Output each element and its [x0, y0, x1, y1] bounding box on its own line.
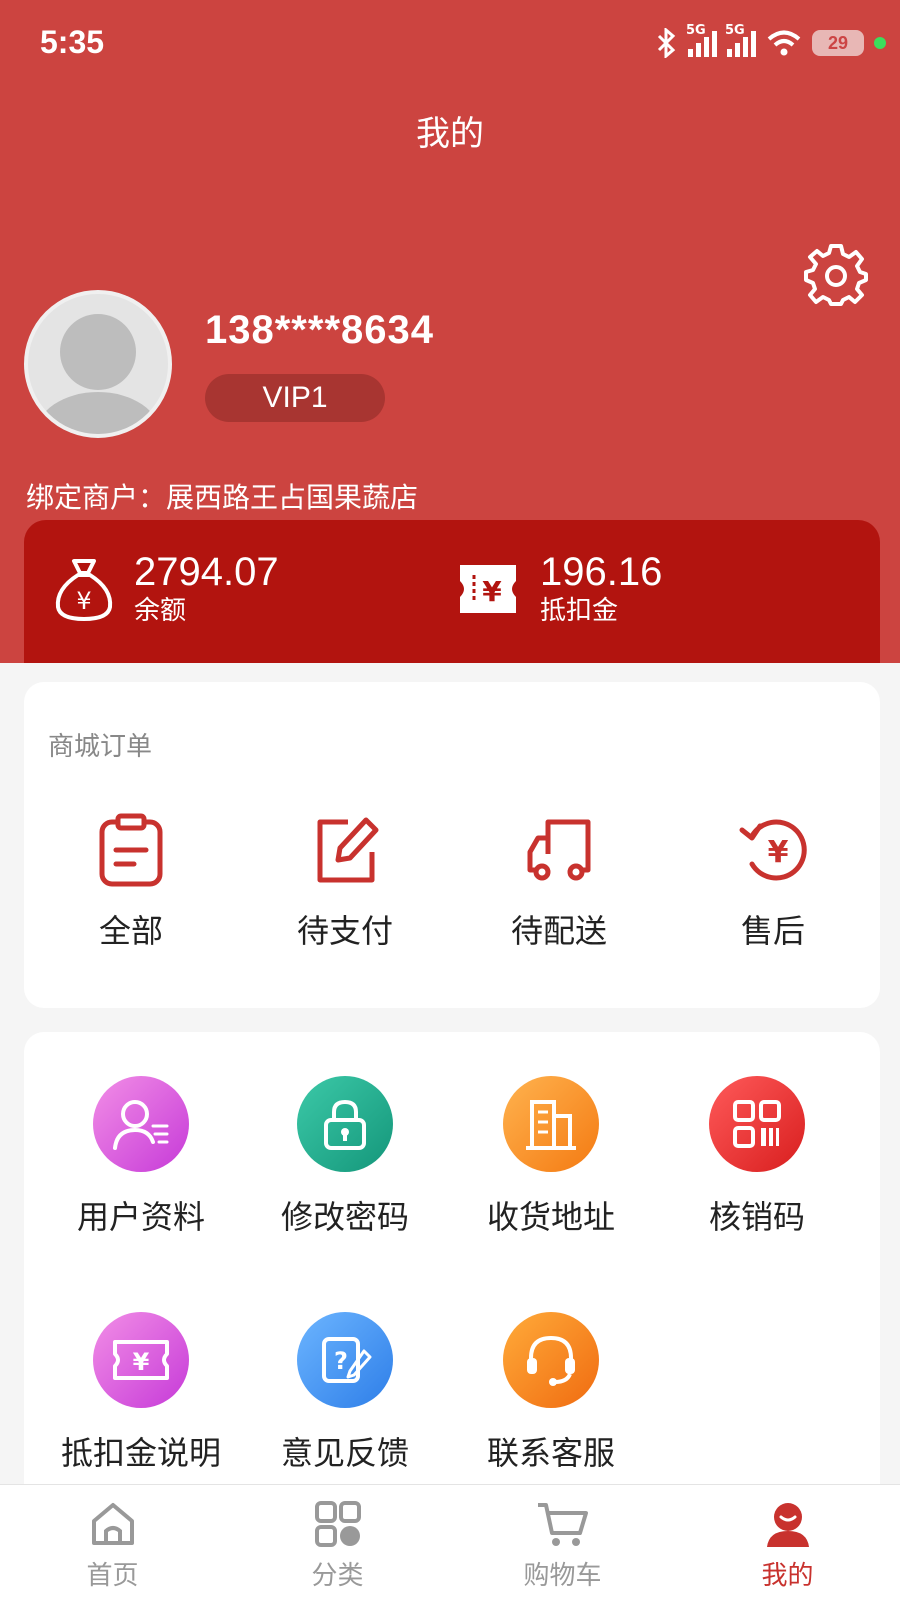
user-phone: 138****8634	[205, 308, 434, 352]
bluetooth-icon	[657, 28, 676, 58]
shipping-address-button[interactable]: 收货地址	[444, 1076, 658, 1238]
battery-indicator: 29	[812, 30, 864, 56]
balance-item[interactable]: ¥ 2794.07 余额	[52, 550, 279, 628]
page-title: 我的	[416, 114, 484, 154]
deduction-item[interactable]: ¥ 196.16 抵扣金	[454, 550, 662, 628]
home-icon	[91, 1503, 134, 1545]
building-icon	[526, 1100, 576, 1150]
balance-value: 2794.07	[134, 550, 279, 594]
signal-icon: 5G	[725, 23, 756, 57]
headset-icon	[527, 1335, 575, 1386]
balance-label: 余额	[134, 596, 187, 626]
privacy-dot-icon	[874, 37, 886, 49]
refund-icon: ¥	[739, 819, 807, 881]
category-icon	[314, 1501, 361, 1547]
deduction-label: 抵扣金	[540, 596, 619, 626]
clipboard-icon	[99, 813, 163, 887]
vip-badge: VIP1	[205, 374, 385, 422]
order-pending-payment-button[interactable]: 待支付	[238, 812, 452, 952]
edit-icon	[317, 817, 379, 883]
wifi-icon	[767, 30, 801, 56]
svg-text:¥: ¥	[133, 1348, 150, 1376]
order-pending-delivery-button[interactable]: 待配送	[452, 812, 666, 952]
tab-profile[interactable]: 我的	[675, 1499, 900, 1592]
user-profile-icon	[113, 1100, 169, 1150]
svg-text:¥: ¥	[768, 835, 789, 870]
cart-icon	[537, 1503, 588, 1546]
orders-title: 商城订单	[48, 732, 153, 762]
tab-cart[interactable]: 购物车	[450, 1499, 675, 1592]
svg-text:¥: ¥	[482, 575, 502, 608]
svg-text:¥: ¥	[76, 587, 91, 615]
tab-home[interactable]: 首页	[0, 1499, 225, 1592]
signal-icon: 5G	[686, 23, 717, 57]
coupon-icon: ¥	[113, 1340, 169, 1380]
profile-header: 5:35 5G 5G 29 我的 138****8634 VIP1 绑定商户：展…	[0, 0, 900, 663]
contact-support-button[interactable]: 联系客服	[444, 1312, 658, 1474]
money-bag-icon: ¥	[55, 559, 113, 621]
services-card: 用户资料 修改密码 收货地址 核销码 ¥ 抵扣金说明 ? 意见反馈 联系客服	[24, 1032, 880, 1552]
deduction-value: 196.16	[540, 550, 663, 594]
profile-icon	[766, 1503, 809, 1547]
truck-icon	[527, 819, 591, 881]
feedback-icon: ?	[322, 1337, 372, 1383]
status-time: 5:35	[40, 24, 105, 60]
tab-category[interactable]: 分类	[225, 1499, 450, 1592]
wallet-panel: ¥ 2794.07 余额 ¥ 196.16 抵扣金	[24, 520, 880, 663]
ticket-icon: ¥	[460, 565, 516, 613]
change-password-button[interactable]: 修改密码	[238, 1076, 452, 1238]
order-all-button[interactable]: 全部	[24, 812, 238, 952]
qrcode-icon	[733, 1100, 781, 1148]
feedback-button[interactable]: ? 意见反馈	[238, 1312, 452, 1474]
avatar[interactable]	[24, 290, 172, 438]
deduction-info-button[interactable]: ¥ 抵扣金说明	[34, 1312, 248, 1474]
status-icons: 5G 5G 29	[656, 23, 886, 58]
order-after-sales-button[interactable]: ¥ 售后	[666, 812, 880, 952]
default-avatar-icon	[36, 314, 160, 434]
gear-icon[interactable]	[804, 242, 868, 306]
mall-orders-card: 商城订单 全部 待支付 待配送 ¥ 售后	[24, 682, 880, 1008]
user-profile-button[interactable]: 用户资料	[34, 1076, 248, 1238]
bound-merchant: 绑定商户：展西路王占国果蔬店	[26, 481, 419, 514]
lock-icon	[324, 1099, 366, 1150]
svg-text:?: ?	[334, 1347, 348, 1375]
status-bar: 5:35 5G 5G 29	[0, 0, 900, 90]
bottom-tab-bar: 首页 分类 购物车 我的	[0, 1484, 900, 1600]
redemption-code-button[interactable]: 核销码	[650, 1076, 864, 1238]
